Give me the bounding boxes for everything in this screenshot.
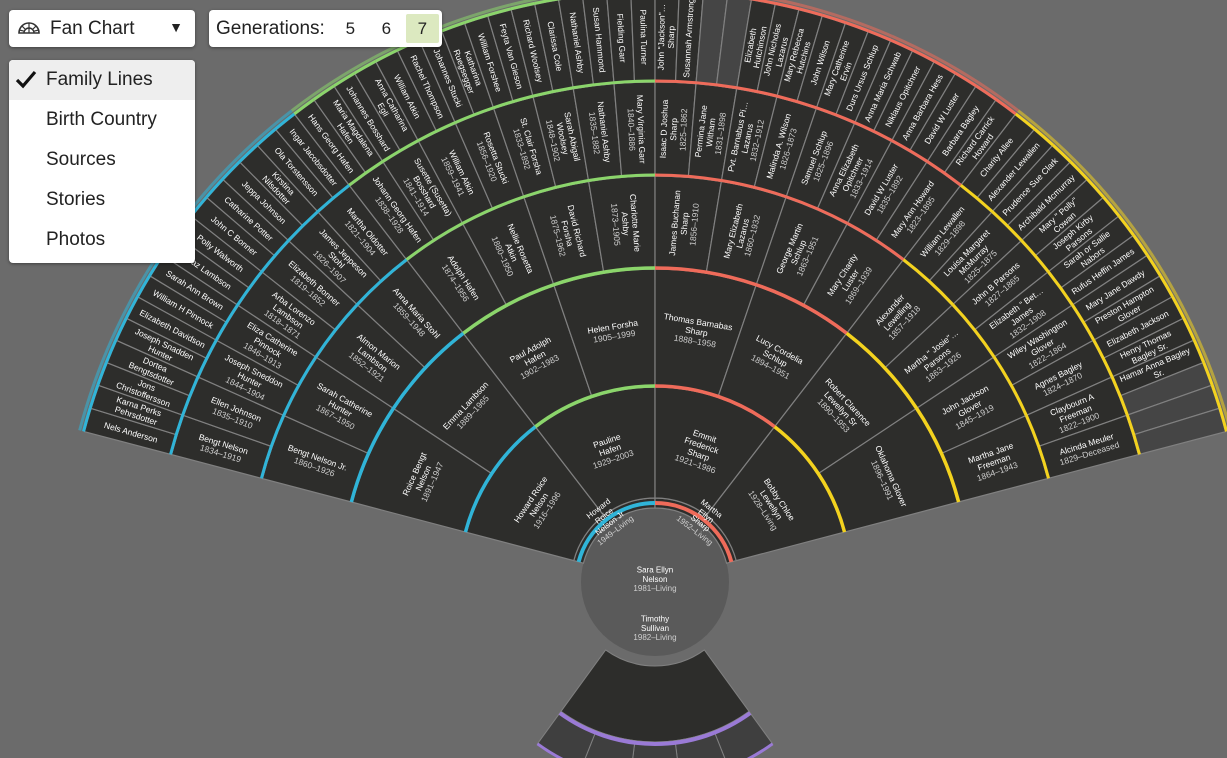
menu-item-label: Family Lines xyxy=(46,69,153,90)
fan-chart-icon xyxy=(18,21,40,34)
menu-item-birth-country[interactable]: Birth Country xyxy=(9,100,195,140)
menu-item-family-lines[interactable]: Family Lines xyxy=(9,60,195,100)
lineage-ring-segment xyxy=(613,79,656,85)
lineage-ring-segment xyxy=(654,79,697,85)
menu-item-label: Sources xyxy=(46,149,116,170)
generation-option-7[interactable]: 7 xyxy=(405,14,439,43)
generations-selector: Generations: 5 6 7 xyxy=(209,10,442,47)
menu-item-sources[interactable]: Sources xyxy=(9,140,195,180)
color-mode-menu: Family Lines Birth Country Sources Stori… xyxy=(9,60,195,263)
menu-item-label: Photos xyxy=(46,229,106,250)
generation-option-6[interactable]: 6 xyxy=(370,14,403,43)
menu-item-stories[interactable]: Stories xyxy=(9,180,195,220)
view-select-dropdown[interactable]: Fan Chart ▼ xyxy=(9,10,195,47)
view-select-label: Fan Chart xyxy=(50,17,135,39)
chevron-down-icon: ▼ xyxy=(169,19,183,35)
checkmark-icon xyxy=(15,70,37,89)
menu-item-label: Stories xyxy=(46,189,106,210)
menu-item-label: Birth Country xyxy=(46,109,157,130)
ancestor-label: Paulina Turner xyxy=(638,9,649,65)
generations-label: Generations: xyxy=(216,17,325,39)
menu-item-photos[interactable]: Photos xyxy=(9,220,195,260)
generation-option-5[interactable]: 5 xyxy=(334,14,367,43)
